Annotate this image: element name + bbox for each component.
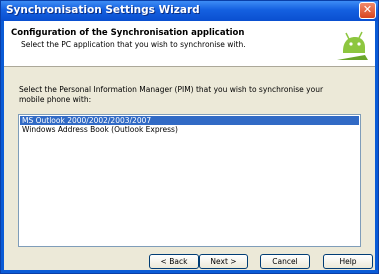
title-bar[interactable]: Synchronisation Settings Wizard ✕ [1,1,378,21]
android-robot-icon [335,27,369,61]
close-icon: ✕ [362,3,373,16]
page-title: Configuration of the Synchronisation app… [11,28,245,38]
back-button[interactable]: < Back [149,254,199,269]
help-button[interactable]: Help [323,254,373,269]
pim-listbox[interactable]: MS Outlook 2000/2002/2003/2007 Windows A… [18,114,361,247]
cancel-button[interactable]: Cancel [260,254,310,269]
window-title: Synchronisation Settings Wizard [6,4,200,16]
wizard-body: Configuration of the Synchronisation app… [4,21,375,270]
close-button[interactable]: ✕ [359,2,376,19]
next-button[interactable]: Next > [199,254,248,269]
wizard-header: Configuration of the Synchronisation app… [4,21,375,67]
page-subtitle: Select the PC application that you wish … [21,40,246,49]
list-item-windows-address-book[interactable]: Windows Address Book (Outlook Express) [20,125,359,134]
list-item-ms-outlook[interactable]: MS Outlook 2000/2002/2003/2007 [20,116,359,125]
wizard-window: Synchronisation Settings Wizard ✕ Config… [0,0,379,274]
pim-prompt: Select the Personal Information Manager … [19,85,324,104]
